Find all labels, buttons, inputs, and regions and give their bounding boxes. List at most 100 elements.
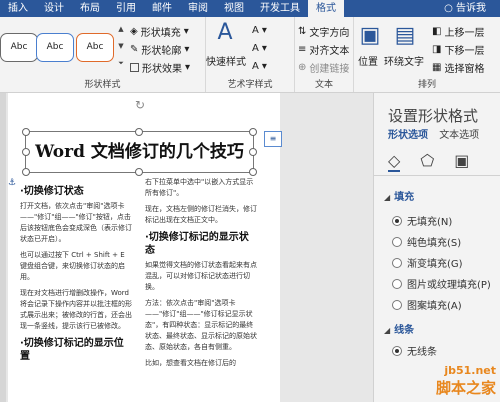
resize-handle[interactable] — [249, 148, 257, 156]
shape-outline-button[interactable]: ✎ 形状轮廓 ▾ — [130, 42, 189, 57]
tab-layout[interactable]: 布局 — [72, 0, 108, 17]
selection-pane-icon: ▦ — [432, 62, 442, 73]
text-outline-button[interactable]: A ▾ — [252, 43, 267, 54]
resize-handle[interactable] — [135, 128, 143, 136]
radio-label: 图案填充(A) — [407, 301, 462, 312]
tab-text-options[interactable]: 文本选项 — [439, 130, 479, 141]
shape-effects-button[interactable]: 形状效果 ▾ — [130, 60, 190, 75]
align-text-button[interactable]: ≡ 对齐文本 — [298, 42, 349, 57]
resize-handle[interactable] — [22, 168, 30, 176]
tab-references[interactable]: 引用 — [108, 0, 144, 17]
selection-pane-button[interactable]: ▦ 选择窗格 — [432, 60, 484, 75]
arrange-group-label: 排列 — [417, 80, 436, 90]
text-effects-icon: A — [252, 61, 259, 72]
bring-forward-label: 上移一层 — [444, 28, 485, 39]
ribbon-tab-bar: 插入 设计 布局 引用 邮件 审阅 视图 开发工具 格式 ○ 告诉我 — [0, 0, 500, 17]
shape-fill-button[interactable]: ◈ 形状填充 ▾ — [130, 24, 189, 39]
tell-me-box[interactable]: ○ 告诉我 — [436, 0, 500, 17]
style-gallery-scroll[interactable]: ▲ ▼ ⏷ — [116, 21, 126, 73]
radio-indicator — [392, 299, 402, 310]
link-icon: ⊕ — [298, 62, 307, 73]
shape-style-preset-1[interactable]: Abc — [0, 33, 38, 62]
bring-forward-button[interactable]: ◧ 上移一层 — [432, 24, 484, 39]
send-backward-icon: ◨ — [432, 44, 442, 55]
radio-solid-fill[interactable]: 纯色填充(S) — [392, 234, 461, 249]
paragraph: 现在对文档进行增删改操作，Word 将会记录下操作内容并以批注框的形式展示出来；… — [20, 289, 132, 330]
arrange-group: ▣ 位置 ▤ 环绕文字 ◧ 上移一层 ◨ 下移一层 ▦ 选择窗格 排列 — [354, 17, 500, 92]
layout-size-icon[interactable]: ▣ — [454, 151, 469, 172]
fill-section-header[interactable]: ◢ 填充 — [384, 188, 414, 203]
rotate-handle-icon[interactable]: ↻ — [135, 98, 145, 112]
fill-section-label: 填充 — [394, 192, 415, 203]
tab-insert[interactable]: 插入 — [0, 0, 36, 17]
shape-outline-label: 形状轮廓 — [141, 46, 182, 57]
resize-handle[interactable] — [249, 168, 257, 176]
text-direction-label: 文字方向 — [309, 28, 350, 39]
text-fill-icon: A — [252, 25, 259, 36]
art-text-group-label: 艺术字样式 — [227, 80, 273, 90]
align-text-icon: ≡ — [298, 44, 307, 55]
shape-style-preset-3[interactable]: Abc — [76, 33, 114, 62]
document-page[interactable]: ↻ Word 文档修订的几个技巧 ⚓ ≡ ·切换修订状态 打开文档，依次点击"审… — [8, 93, 282, 402]
text-outline-icon: A — [252, 43, 259, 54]
create-link-button[interactable]: ⊕ 创建链接 — [298, 60, 349, 75]
radio-no-line[interactable]: 无线条 — [392, 343, 437, 358]
align-text-label: 对齐文本 — [309, 46, 350, 57]
text-fill-button[interactable]: A ▾ — [252, 25, 267, 36]
section-heading: ·切换修订标记的显示位置 — [20, 338, 124, 362]
radio-picture-fill[interactable]: 图片或纹理填充(P) — [392, 276, 491, 291]
document-title[interactable]: Word 文档修订的几个技巧 — [26, 132, 253, 172]
resize-handle[interactable] — [135, 168, 143, 176]
selection-pane-label: 选择窗格 — [444, 64, 485, 75]
fill-line-icon[interactable]: ◇ — [388, 151, 401, 172]
resize-handle[interactable] — [249, 128, 257, 136]
divider — [374, 175, 500, 176]
shape-effects-label: 形状效果 — [142, 64, 182, 75]
tab-design[interactable]: 设计 — [36, 0, 72, 17]
left-column: ·切换修订状态 打开文档，依次点击"审阅"选项卡——"修订"组——"修订"按钮，… — [20, 181, 132, 366]
tab-format[interactable]: 格式 — [308, 0, 344, 17]
quick-styles-button[interactable]: 快速样式 — [206, 53, 246, 68]
right-column: 右下拉菜单中选中"以嵌入方式显示所有修订"。 现在，文档左侧的修订栏消失，修订标… — [145, 177, 257, 374]
radio-label: 纯色填充(S) — [407, 238, 462, 249]
line-section-label: 线条 — [394, 325, 415, 336]
paragraph: 打开文档，依次点击"审阅"选项卡——"修订"组——"修订"按钮，点击后该按钮底色… — [20, 202, 132, 243]
position-button[interactable]: 位置 — [358, 53, 378, 68]
resize-handle[interactable] — [22, 148, 30, 156]
shape-styles-group: Abc Abc Abc ▲ ▼ ⏷ ◈ 形状填充 ▾ ✎ 形状轮廓 ▾ 形状效果 ▾ 形状… — [0, 17, 206, 92]
resize-handle[interactable] — [22, 128, 30, 136]
paint-bucket-icon: ◈ — [130, 26, 138, 37]
paragraph: 右下拉菜单中选中"以嵌入方式显示所有修订"。 — [145, 178, 254, 197]
tab-review[interactable]: 审阅 — [180, 0, 216, 17]
art-text-group: A 快速样式 A ▾ A ▾ A ▾ 艺术字样式 — [206, 17, 295, 92]
radio-indicator — [392, 215, 402, 226]
text-direction-button[interactable]: ⇅ 文字方向 — [298, 24, 349, 39]
tab-shape-options[interactable]: 形状选项 — [388, 130, 428, 141]
shape-style-preset-2[interactable]: Abc — [36, 33, 74, 62]
send-backward-button[interactable]: ◨ 下移一层 — [432, 42, 484, 57]
shape-fill-label: 形状填充 — [140, 28, 181, 39]
effects-icon[interactable]: ⬠ — [420, 151, 434, 172]
tab-mailings[interactable]: 邮件 — [144, 0, 180, 17]
layout-options-icon[interactable]: ≡ — [264, 131, 282, 147]
radio-label: 图片或纹理填充(P) — [407, 280, 491, 291]
tab-developer[interactable]: 开发工具 — [252, 0, 308, 17]
ribbon: Abc Abc Abc ▲ ▼ ⏷ ◈ 形状填充 ▾ ✎ 形状轮廓 ▾ 形状效果 ▾ 形状… — [0, 17, 500, 93]
wrap-text-icon: ▤ — [394, 23, 416, 48]
watermark-name: 脚本之家 — [435, 379, 496, 397]
title-shape[interactable]: Word 文档修订的几个技巧 — [25, 131, 254, 173]
create-link-label: 创建链接 — [309, 64, 350, 75]
text-effects-button[interactable]: A ▾ — [252, 61, 267, 72]
pen-icon: ✎ — [130, 44, 139, 55]
radio-gradient-fill[interactable]: 渐变填充(G) — [392, 255, 463, 270]
line-section-header[interactable]: ◢ 线条 — [384, 321, 414, 336]
radio-no-fill[interactable]: 无填充(N) — [392, 213, 452, 228]
wrap-text-button[interactable]: 环绕文字 — [384, 53, 424, 68]
shape-styles-group-label: 形状样式 — [84, 80, 121, 90]
tab-view[interactable]: 视图 — [216, 0, 252, 17]
paragraph: 比如，想查看文档在修订后的 — [145, 359, 236, 367]
document-area: ↻ Word 文档修订的几个技巧 ⚓ ≡ ·切换修订状态 打开文档，依次点击"审… — [0, 93, 372, 402]
radio-pattern-fill[interactable]: 图案填充(A) — [392, 297, 462, 312]
shape-effects-icon — [130, 63, 139, 72]
quick-styles-icon: A — [217, 20, 233, 45]
